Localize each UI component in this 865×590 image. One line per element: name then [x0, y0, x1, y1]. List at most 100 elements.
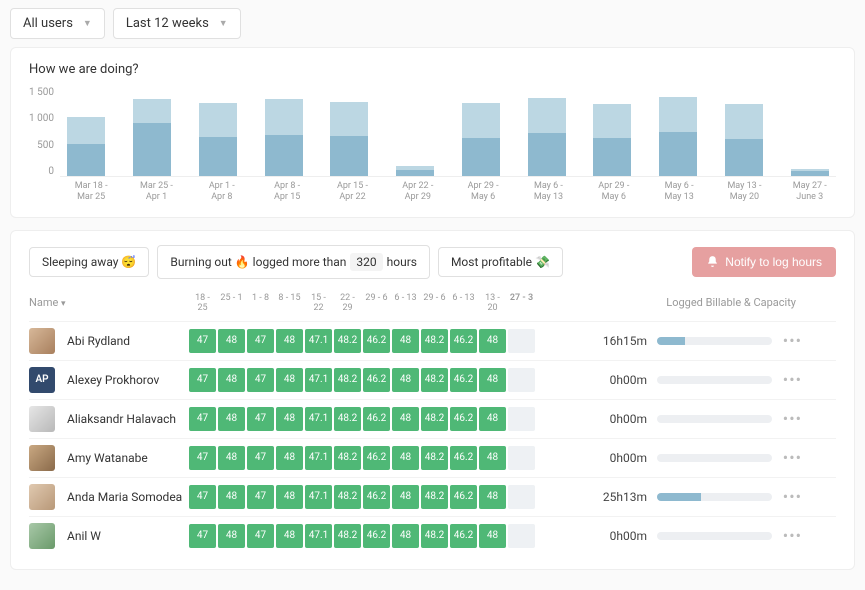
hours-cell[interactable]: 47 — [189, 368, 216, 392]
table-row: Aliaksandr Halavach4748474847.148.246.24… — [29, 399, 836, 438]
hours-cell[interactable]: 48 — [218, 407, 245, 431]
row-actions-menu[interactable]: ••• — [772, 526, 806, 545]
hours-cell[interactable]: 48 — [276, 368, 303, 392]
hours-cell[interactable]: 47 — [189, 329, 216, 353]
bar-column — [66, 117, 107, 176]
hours-cell[interactable]: 48 — [392, 485, 419, 509]
hours-cell[interactable] — [508, 485, 535, 509]
hours-cell[interactable]: 48 — [218, 368, 245, 392]
burning-chip[interactable]: Burning out 🔥 logged more than 320 hours — [157, 245, 430, 279]
hours-cell[interactable]: 48.2 — [334, 407, 361, 431]
hours-cell[interactable]: 46.2 — [363, 524, 390, 548]
hours-cell[interactable]: 48 — [479, 446, 506, 470]
tools-row: Sleeping away 😴 Burning out 🔥 logged mor… — [29, 245, 836, 279]
y-tick: 1 000 — [29, 113, 54, 124]
row-actions-menu[interactable]: ••• — [772, 448, 806, 467]
hours-cell[interactable]: 48.2 — [421, 368, 448, 392]
hours-cell[interactable]: 48.2 — [334, 368, 361, 392]
hours-cell[interactable]: 48 — [392, 446, 419, 470]
hours-cell[interactable]: 47.1 — [305, 407, 332, 431]
user-name[interactable]: Anda Maria Somodea — [67, 490, 182, 504]
hours-cell[interactable]: 47 — [247, 485, 274, 509]
hours-cell[interactable] — [508, 407, 535, 431]
logged-hours: 16h15m — [557, 334, 657, 348]
hours-cell[interactable]: 47.1 — [305, 524, 332, 548]
hours-cell[interactable]: 46.2 — [450, 407, 477, 431]
hours-cell[interactable]: 48.2 — [334, 485, 361, 509]
hours-cell[interactable] — [508, 524, 535, 548]
hours-cell[interactable]: 48 — [276, 407, 303, 431]
hours-cell[interactable]: 46.2 — [450, 446, 477, 470]
hours-cell[interactable]: 47 — [247, 407, 274, 431]
hours-cell[interactable]: 48 — [276, 329, 303, 353]
hours-cell[interactable]: 48 — [276, 524, 303, 548]
hours-cell[interactable]: 47 — [189, 446, 216, 470]
hours-cell[interactable]: 47 — [189, 524, 216, 548]
row-actions-menu[interactable]: ••• — [772, 487, 806, 506]
hours-cell[interactable]: 46.2 — [363, 329, 390, 353]
hours-cell[interactable]: 48.2 — [421, 329, 448, 353]
hours-cell[interactable]: 47 — [189, 485, 216, 509]
hours-cell[interactable]: 47.1 — [305, 446, 332, 470]
hours-cell[interactable]: 48.2 — [421, 407, 448, 431]
bar-column — [329, 102, 370, 176]
row-actions-menu[interactable]: ••• — [772, 409, 806, 428]
range-dropdown[interactable]: Last 12 weeks ▼ — [113, 8, 241, 39]
hours-cell[interactable]: 48 — [218, 524, 245, 548]
profitable-chip[interactable]: Most profitable 💸 — [438, 247, 563, 277]
hours-cell[interactable]: 48 — [276, 446, 303, 470]
hours-cell[interactable]: 48 — [479, 368, 506, 392]
hours-cell[interactable]: 48 — [218, 446, 245, 470]
hours-cell[interactable]: 48 — [218, 485, 245, 509]
hours-cell[interactable] — [508, 368, 535, 392]
hours-cell[interactable]: 48 — [276, 485, 303, 509]
chevron-down-icon: ▼ — [83, 18, 92, 29]
hours-cell[interactable]: 46.2 — [363, 368, 390, 392]
hours-cell[interactable]: 48 — [218, 329, 245, 353]
hours-cell[interactable]: 47 — [247, 329, 274, 353]
hours-cell[interactable]: 48.2 — [334, 524, 361, 548]
users-dropdown[interactable]: All users ▼ — [10, 8, 105, 39]
sleeping-chip[interactable]: Sleeping away 😴 — [29, 247, 149, 277]
hours-cell[interactable]: 48.2 — [421, 446, 448, 470]
notify-button[interactable]: Notify to log hours — [692, 247, 836, 277]
hours-cell[interactable]: 48 — [392, 368, 419, 392]
hours-cell[interactable]: 47 — [189, 407, 216, 431]
hours-cell[interactable]: 48 — [392, 407, 419, 431]
hours-cell[interactable]: 46.2 — [450, 524, 477, 548]
hours-cell[interactable]: 48 — [479, 524, 506, 548]
hours-cell[interactable]: 46.2 — [363, 446, 390, 470]
user-name[interactable]: Anil W — [67, 529, 101, 543]
user-name[interactable]: Alexey Prokhorov — [67, 373, 159, 387]
hours-cell[interactable] — [508, 329, 535, 353]
col-name-header[interactable]: Name ▾ — [29, 296, 189, 309]
hours-cell[interactable]: 47 — [247, 368, 274, 392]
hours-cell[interactable]: 48.2 — [421, 524, 448, 548]
user-name[interactable]: Aliaksandr Halavach — [67, 412, 176, 426]
hours-cell[interactable]: 48.2 — [334, 446, 361, 470]
hours-cell[interactable]: 46.2 — [450, 485, 477, 509]
hours-cell[interactable]: 47 — [247, 446, 274, 470]
hours-cell[interactable]: 48 — [392, 524, 419, 548]
row-actions-menu[interactable]: ••• — [772, 370, 806, 389]
hours-cell[interactable]: 48 — [479, 329, 506, 353]
user-name[interactable]: Amy Watanabe — [67, 451, 148, 465]
hours-cell[interactable]: 48 — [392, 329, 419, 353]
hours-cell[interactable]: 48 — [479, 407, 506, 431]
hours-cell[interactable]: 46.2 — [450, 368, 477, 392]
hours-cell[interactable]: 48.2 — [334, 329, 361, 353]
hours-cell[interactable] — [508, 446, 535, 470]
hours-cell[interactable]: 46.2 — [363, 407, 390, 431]
user-name[interactable]: Abi Rydland — [67, 334, 130, 348]
hours-cell[interactable]: 48 — [479, 485, 506, 509]
hours-cell[interactable]: 47.1 — [305, 368, 332, 392]
hours-cell[interactable]: 47 — [247, 524, 274, 548]
y-tick: 0 — [29, 166, 54, 177]
row-actions-menu[interactable]: ••• — [772, 331, 806, 350]
hours-cell[interactable]: 47.1 — [305, 329, 332, 353]
hours-cell[interactable]: 46.2 — [450, 329, 477, 353]
hours-cell[interactable]: 48.2 — [421, 485, 448, 509]
hours-cell[interactable]: 46.2 — [363, 485, 390, 509]
table-row: Amy Watanabe4748474847.148.246.24848.246… — [29, 438, 836, 477]
hours-cell[interactable]: 47.1 — [305, 485, 332, 509]
